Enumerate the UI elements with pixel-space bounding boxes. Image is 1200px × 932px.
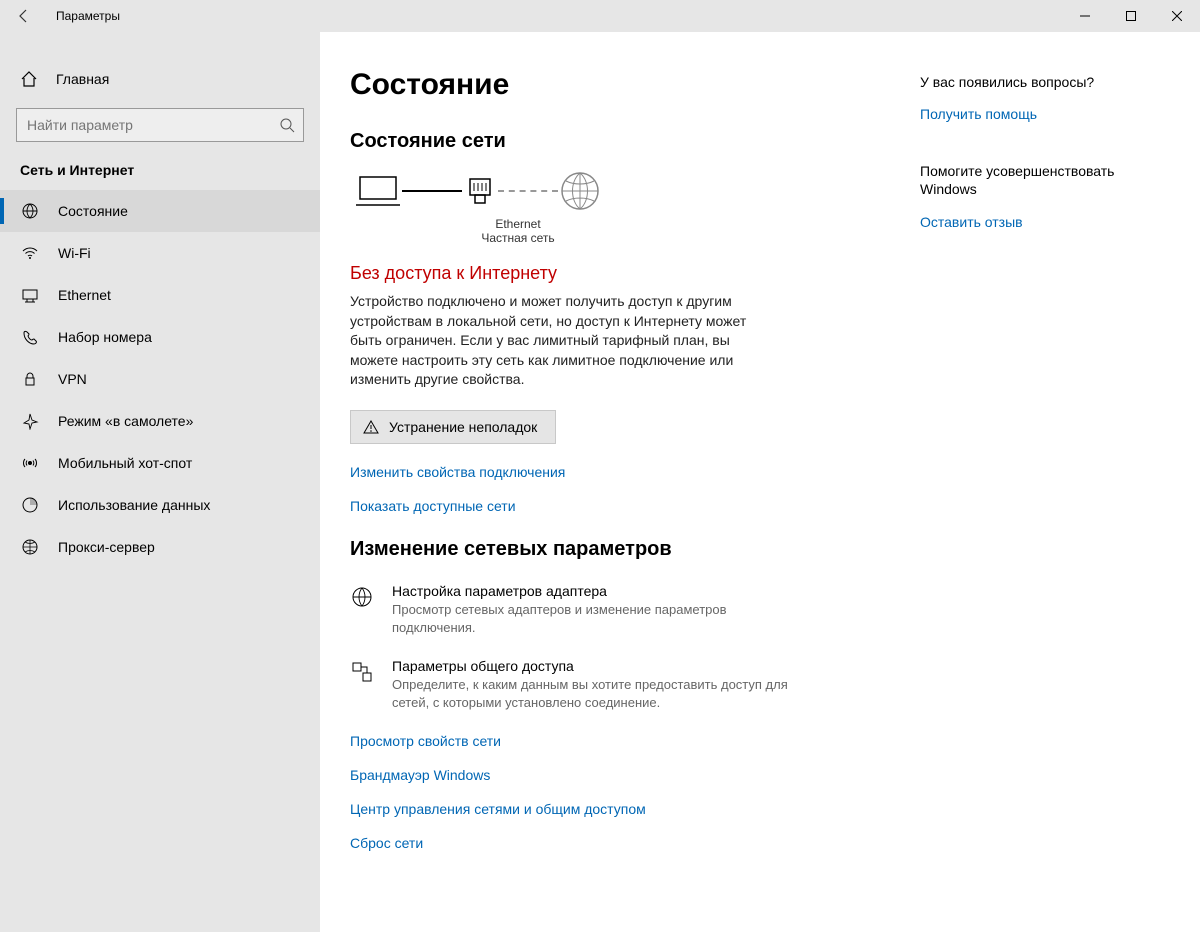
nav-vpn[interactable]: VPN <box>0 358 320 400</box>
nav-datausage[interactable]: Использование данных <box>0 484 320 526</box>
network-reset-link[interactable]: Сброс сети <box>350 835 910 851</box>
nav-proxy[interactable]: Прокси-сервер <box>0 526 320 568</box>
search-input[interactable] <box>27 117 279 133</box>
warning-icon <box>363 419 379 435</box>
maximize-button[interactable] <box>1108 0 1154 32</box>
status-body: Устройство подключено и может получить д… <box>350 292 750 390</box>
ethernet-icon <box>20 286 40 304</box>
nav-wifi[interactable]: Wi-Fi <box>0 232 320 274</box>
home-label: Главная <box>56 71 109 87</box>
search-box[interactable] <box>16 108 304 142</box>
troubleshoot-button[interactable]: Устранение неполадок <box>350 410 556 444</box>
data-usage-icon <box>20 496 40 514</box>
nav-label: Ethernet <box>58 287 111 303</box>
option-desc: Определите, к каким данным вы хотите пре… <box>392 676 812 711</box>
search-icon <box>279 117 295 133</box>
nav-ethernet[interactable]: Ethernet <box>0 274 320 316</box>
questions-heading: У вас появились вопросы? <box>920 74 1170 90</box>
dialup-icon <box>20 328 40 346</box>
adapter-label: Ethernet <box>468 217 568 231</box>
nav-dialup[interactable]: Набор номера <box>0 316 320 358</box>
get-help-link[interactable]: Получить помощь <box>920 106 1170 122</box>
connection-line-solid <box>402 190 462 192</box>
back-button[interactable] <box>0 0 48 32</box>
network-status-heading: Состояние сети <box>350 130 910 153</box>
status-heading: Без доступа к Интернету <box>350 263 910 284</box>
change-settings-heading: Изменение сетевых параметров <box>350 538 910 561</box>
change-connection-props-link[interactable]: Изменить свойства подключения <box>350 464 910 480</box>
nav-airplane[interactable]: Режим «в самолете» <box>0 400 320 442</box>
view-network-props-link[interactable]: Просмотр свойств сети <box>350 733 910 749</box>
airplane-icon <box>20 412 40 430</box>
option-desc: Просмотр сетевых адаптеров и изменение п… <box>392 601 812 636</box>
nav-label: Режим «в самолете» <box>58 413 193 429</box>
sidebar-section-title: Сеть и Интернет <box>0 162 320 190</box>
nav-label: Мобильный хот-спот <box>58 455 192 471</box>
connection-line-dashed <box>498 190 558 192</box>
sharing-options-row[interactable]: Параметры общего доступа Определите, к к… <box>350 658 910 711</box>
improve-heading: Помогите усовершенствовать Windows <box>920 162 1170 198</box>
diagram-labels: Ethernet Частная сеть <box>350 217 910 245</box>
nav-label: Состояние <box>58 203 128 219</box>
network-diagram <box>350 169 910 213</box>
option-title: Настройка параметров адаптера <box>392 583 812 599</box>
computer-icon <box>354 171 402 211</box>
proxy-icon <box>20 538 40 556</box>
hotspot-icon <box>20 454 40 472</box>
home-icon <box>20 70 38 88</box>
home-nav[interactable]: Главная <box>0 58 320 100</box>
nav-label: Прокси-сервер <box>58 539 155 555</box>
vpn-icon <box>20 370 40 388</box>
sidebar: Главная Сеть и Интернет Состояние <box>0 32 320 932</box>
troubleshoot-label: Устранение неполадок <box>389 419 537 435</box>
adapter-options-icon <box>350 583 374 636</box>
nav-label: Использование данных <box>58 497 210 513</box>
show-available-networks-link[interactable]: Показать доступные сети <box>350 498 910 514</box>
nav-label: VPN <box>58 371 87 387</box>
nav-label: Набор номера <box>58 329 152 345</box>
sharing-center-link[interactable]: Центр управления сетями и общим доступом <box>350 801 910 817</box>
page-title: Состояние <box>350 68 910 102</box>
network-kind-label: Частная сеть <box>468 231 568 245</box>
nav-label: Wi-Fi <box>58 245 91 261</box>
window-title: Параметры <box>48 9 120 23</box>
option-title: Параметры общего доступа <box>392 658 812 674</box>
nav-status[interactable]: Состояние <box>0 190 320 232</box>
router-icon <box>462 171 498 211</box>
sharing-options-icon <box>350 658 374 711</box>
titlebar: Параметры <box>0 0 1200 32</box>
close-button[interactable] <box>1154 0 1200 32</box>
adapter-options-row[interactable]: Настройка параметров адаптера Просмотр с… <box>350 583 910 636</box>
nav-hotspot[interactable]: Мобильный хот-спот <box>0 442 320 484</box>
globe-icon <box>558 169 602 213</box>
feedback-link[interactable]: Оставить отзыв <box>920 214 1170 230</box>
firewall-link[interactable]: Брандмауэр Windows <box>350 767 910 783</box>
minimize-button[interactable] <box>1062 0 1108 32</box>
status-icon <box>20 202 40 220</box>
wifi-icon <box>20 244 40 262</box>
